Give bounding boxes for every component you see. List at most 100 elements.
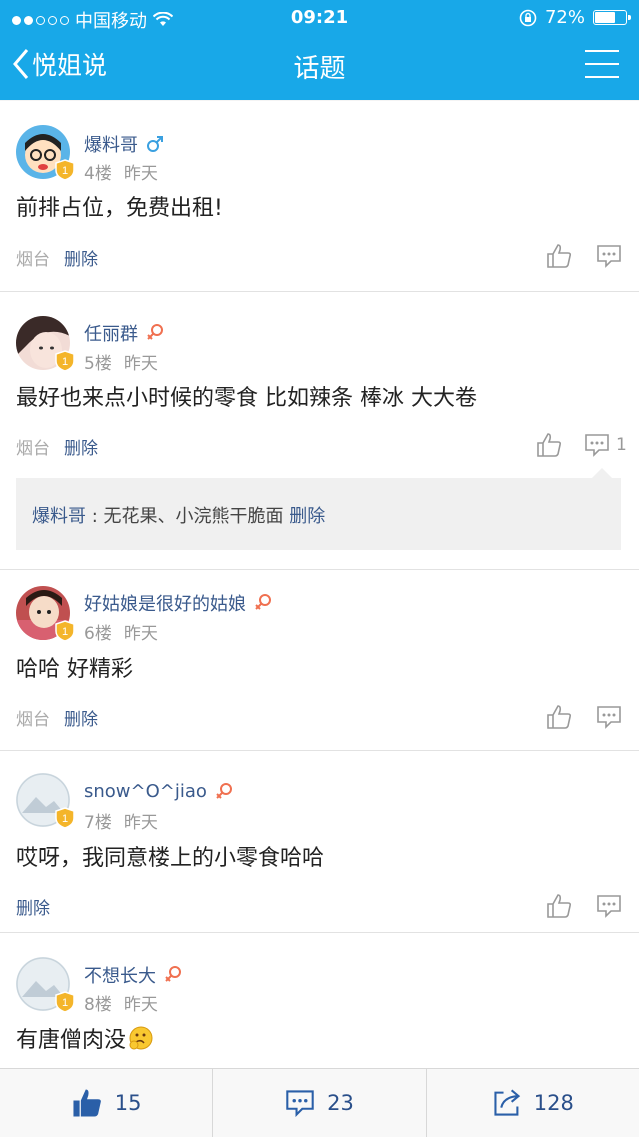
- floor-info: 7楼 昨天: [84, 808, 158, 833]
- menu-icon[interactable]: [585, 50, 619, 78]
- delete-button[interactable]: 删除: [64, 434, 98, 459]
- battery-percent: 72%: [544, 7, 585, 28]
- reply-delete-button[interactable]: 删除: [289, 506, 325, 527]
- comment-text: 前排占位，免费出租!: [16, 196, 223, 221]
- action-row: [546, 704, 622, 730]
- nav-bar: 悦姐说 话题: [0, 36, 639, 96]
- username[interactable]: 不想长大: [84, 962, 156, 988]
- location: 烟台: [16, 439, 50, 459]
- comment-post-1: 1 爆料哥 4楼 昨天 前排占位，免费出租! 烟台 删除: [0, 101, 639, 292]
- female-gender-icon: [216, 782, 232, 799]
- floor-number: 8楼: [84, 995, 112, 1015]
- floor-number: 5楼: [84, 354, 112, 374]
- post-time: 昨天: [123, 995, 158, 1015]
- level-badge-icon: 1: [55, 350, 75, 372]
- post-time: 昨天: [123, 164, 158, 184]
- username-row: snow^O^jiao: [84, 781, 233, 802]
- share-count: 128: [533, 1091, 574, 1115]
- svg-text:1: 1: [62, 813, 68, 825]
- thumbs-up-icon[interactable]: [536, 432, 562, 458]
- action-row: [546, 893, 622, 919]
- floor-info: 6楼 昨天: [84, 619, 158, 644]
- rotation-lock-icon: [519, 9, 537, 26]
- comment-text: 最好也来点小时候的零食 比如辣条 棒冰 大大卷: [16, 386, 477, 411]
- post-time: 昨天: [123, 813, 158, 833]
- thumbs-up-icon[interactable]: [546, 704, 572, 730]
- male-gender-icon: [147, 136, 163, 152]
- thumbs-up-filled-icon: [73, 1089, 101, 1117]
- username-row: 不想长大: [84, 962, 182, 988]
- action-row: [546, 243, 622, 269]
- username[interactable]: 任丽群: [84, 320, 138, 346]
- meta-row: 删除: [16, 894, 50, 919]
- comment-icon: [286, 1090, 314, 1117]
- delete-button[interactable]: 删除: [16, 894, 50, 919]
- username-row: 任丽群: [84, 320, 164, 346]
- location: 烟台: [16, 710, 50, 730]
- post-time: 昨天: [123, 354, 158, 374]
- comment-post-5: 1 不想长大 8楼 昨天 有唐僧肉没: [0, 933, 639, 1068]
- share-button[interactable]: 128: [427, 1069, 639, 1137]
- username[interactable]: 好姑娘是很好的姑娘: [84, 590, 246, 616]
- status-bar: 中国移动 09:21 72%: [0, 0, 639, 34]
- reply-line: 爆料哥 : 无花果、小浣熊干脆面 删除: [32, 502, 325, 528]
- level-badge-icon: 1: [55, 807, 75, 829]
- comment-button[interactable]: 23: [213, 1069, 427, 1137]
- page-title: 话题: [293, 54, 346, 84]
- avatar[interactable]: 1: [16, 316, 75, 372]
- reply-count: 1: [616, 435, 627, 455]
- floor-info: 4楼 昨天: [84, 159, 158, 184]
- avatar[interactable]: 1: [16, 957, 75, 1013]
- username-row: 好姑娘是很好的姑娘: [84, 590, 272, 616]
- female-gender-icon: [147, 324, 163, 340]
- svg-text:1: 1: [62, 165, 68, 177]
- username[interactable]: 爆料哥: [84, 131, 138, 157]
- like-button[interactable]: 15: [0, 1069, 214, 1137]
- comment-count-group[interactable]: 1: [584, 433, 627, 457]
- reply-text: 无花果、小浣熊干脆面: [103, 506, 284, 527]
- svg-text:1: 1: [62, 356, 68, 368]
- action-row: 1: [536, 432, 627, 458]
- avatar[interactable]: 1: [16, 586, 75, 642]
- location: 烟台: [16, 250, 50, 270]
- comment-icon[interactable]: [596, 705, 622, 729]
- thumbs-up-icon[interactable]: [546, 893, 572, 919]
- share-icon: [494, 1089, 520, 1116]
- comment-icon[interactable]: [596, 244, 622, 268]
- like-count: 15: [114, 1091, 142, 1115]
- delete-button[interactable]: 删除: [64, 705, 98, 730]
- comment-text: 哈哈 好精彩: [16, 657, 133, 682]
- header-bar: 中国移动 09:21 72% 悦姐说 话题: [0, 0, 639, 100]
- level-badge-icon: 1: [55, 620, 75, 642]
- reply-separator: :: [91, 506, 98, 527]
- comment-icon: [585, 434, 609, 457]
- female-gender-icon: [255, 594, 271, 610]
- meta-row: 烟台 删除: [16, 434, 98, 459]
- female-gender-icon: [165, 966, 181, 982]
- username[interactable]: snow^O^jiao: [84, 781, 207, 802]
- battery-icon: [593, 10, 631, 25]
- comment-icon[interactable]: [596, 894, 622, 918]
- comment-text-row: 有唐僧肉没: [16, 1022, 154, 1054]
- reply-box: 爆料哥 : 无花果、小浣熊干脆面 删除: [16, 468, 621, 550]
- level-badge-icon: 1: [55, 991, 75, 1013]
- comment-post-3: 1 好姑娘是很好的姑娘 6楼 昨天 哈哈 好精彩 烟台 删除: [0, 570, 639, 751]
- floor-number: 6楼: [84, 624, 112, 644]
- comment-text: 哎呀，我同意楼上的小零食哈哈: [16, 846, 325, 871]
- username-row: 爆料哥: [84, 131, 164, 157]
- avatar[interactable]: 1: [16, 773, 75, 829]
- thumbs-up-icon[interactable]: [546, 243, 572, 269]
- reply-username[interactable]: 爆料哥: [32, 506, 86, 527]
- bottom-action-bar: 15 23 128: [0, 1068, 639, 1137]
- meta-row: 烟台 删除: [16, 705, 98, 730]
- post-time: 昨天: [123, 624, 158, 644]
- comment-text: 有唐僧肉没: [16, 1028, 127, 1053]
- meta-row: 烟台 删除: [16, 245, 98, 270]
- floor-number: 4楼: [84, 164, 112, 184]
- level-badge-icon: 1: [55, 159, 75, 181]
- comment-count: 23: [327, 1091, 354, 1115]
- delete-button[interactable]: 删除: [64, 245, 98, 270]
- reply-notch: [592, 468, 612, 478]
- avatar[interactable]: 1: [16, 125, 75, 181]
- comment-post-4: 1 snow^O^jiao 7楼 昨天 哎呀，我同意楼上的小零食哈哈 删除: [0, 751, 639, 933]
